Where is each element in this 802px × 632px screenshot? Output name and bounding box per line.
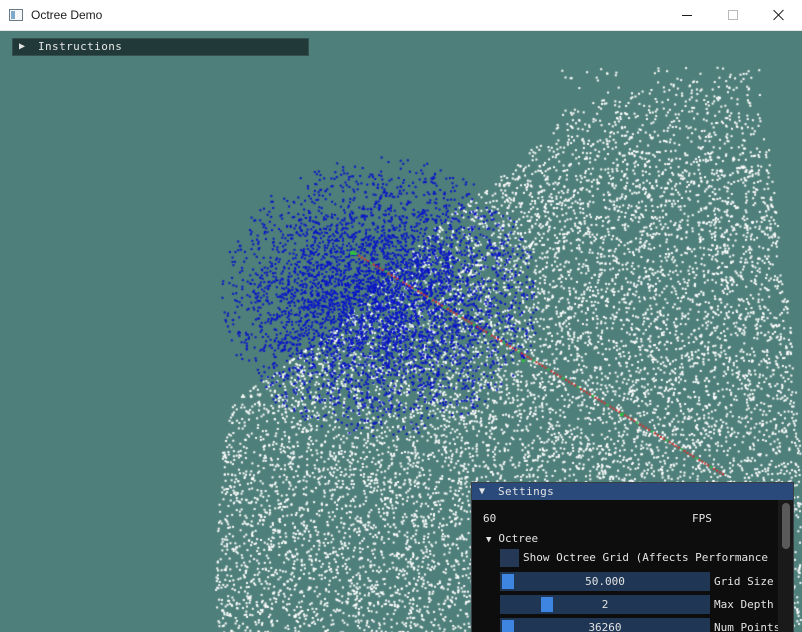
octree-collapse-arrow-icon[interactable]: ▼: [486, 535, 491, 545]
close-icon: [773, 9, 785, 21]
show-octree-grid-label: Show Octree Grid (Affects Performance: [523, 551, 769, 564]
instructions-title: Instructions: [38, 40, 123, 53]
octree-section-header[interactable]: ▼ Octree: [486, 532, 538, 545]
fps-label: FPS: [692, 512, 712, 525]
app-window-icon: [9, 9, 23, 21]
settings-title: Settings: [498, 485, 555, 498]
fps-value: 60: [483, 512, 497, 525]
title-bar[interactable]: Octree Demo: [0, 0, 802, 31]
num-points-label: Num Points: [714, 621, 778, 632]
grid-size-slider[interactable]: 50.000: [500, 572, 710, 591]
close-button[interactable]: [756, 0, 802, 30]
collapse-arrow-icon[interactable]: ▼: [479, 483, 485, 500]
settings-scrollbar[interactable]: [778, 500, 793, 632]
expand-arrow-icon[interactable]: ▶: [19, 39, 25, 55]
app-window: Octree Demo ▶ Instructions ▼ Settings 60…: [0, 0, 802, 632]
settings-window: ▼ Settings 60 FPS ▼ Octree Show Octree Gr…: [471, 482, 794, 632]
maximize-icon: [728, 10, 738, 20]
max-depth-label: Max Depth: [714, 598, 774, 611]
show-octree-grid-checkbox[interactable]: [500, 549, 519, 567]
octree-section-label: Octree: [498, 532, 539, 545]
num-points-slider[interactable]: 36260: [500, 618, 710, 632]
grid-size-value: 50.000: [585, 575, 625, 588]
maximize-button[interactable]: [710, 0, 756, 30]
settings-window-header[interactable]: ▼ Settings: [472, 483, 793, 500]
3d-viewport[interactable]: ▶ Instructions ▼ Settings 60 FPS ▼ Octree…: [0, 31, 802, 632]
minimize-button[interactable]: [664, 0, 710, 30]
grid-size-label: Grid Size: [714, 575, 774, 588]
window-title: Octree Demo: [31, 8, 103, 22]
max-depth-value: 2: [601, 598, 609, 611]
settings-body: 60 FPS ▼ Octree Show Octree Grid (Affects…: [472, 500, 778, 632]
num-points-value: 36260: [588, 621, 622, 632]
max-depth-slider[interactable]: 2: [500, 595, 710, 614]
instructions-window-header[interactable]: ▶ Instructions: [12, 38, 309, 56]
minimize-icon: [682, 14, 692, 16]
settings-scrollbar-thumb[interactable]: [782, 503, 790, 549]
